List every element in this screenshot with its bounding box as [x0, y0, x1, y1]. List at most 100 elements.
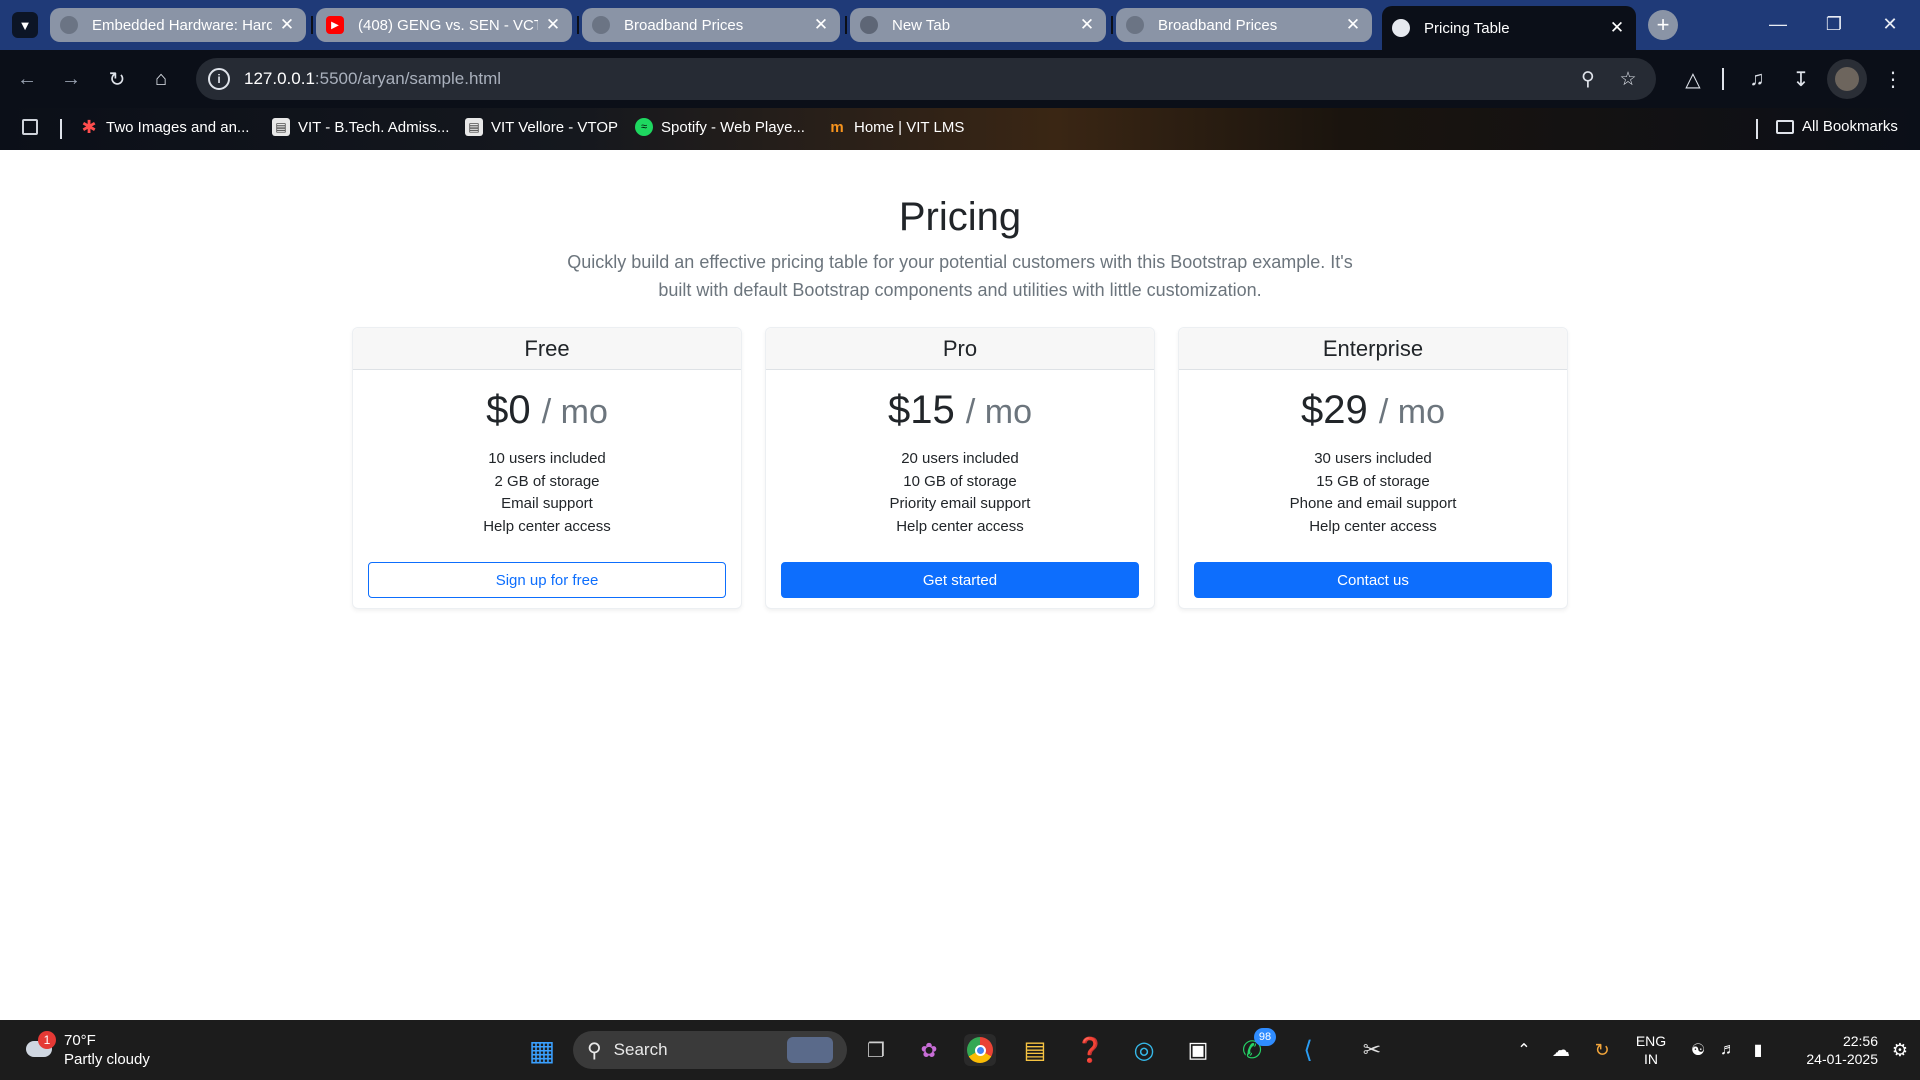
- url-host: 127.0.0.1: [244, 69, 315, 88]
- close-icon[interactable]: ✕: [1078, 15, 1096, 35]
- forward-button[interactable]: →: [58, 66, 84, 92]
- copilot-icon[interactable]: ✿: [913, 1034, 945, 1066]
- media-control-icon[interactable]: ♫: [1744, 66, 1770, 92]
- windows-start-icon[interactable]: ▦: [526, 1034, 558, 1066]
- bookmark-label: Two Images and an...: [106, 118, 250, 136]
- home-button[interactable]: ⌂: [148, 66, 174, 92]
- pricing-card-enterprise: Enterprise $29 / mo 30 users included 15…: [1178, 327, 1568, 609]
- page-icon: ▤: [465, 118, 483, 136]
- moodle-icon: m: [830, 118, 844, 136]
- tab-strip: ▼ Embedded Hardware: Hard ✕ ▶ (408) GENG…: [0, 0, 1920, 50]
- page-content: Pricing Quickly build an effective prici…: [0, 150, 1920, 1020]
- battery-icon[interactable]: ▮: [1742, 1034, 1774, 1066]
- whatsapp-icon[interactable]: ✆ 98: [1236, 1028, 1276, 1066]
- profile-button[interactable]: [1827, 59, 1867, 99]
- taskbar-search[interactable]: ⚲ Search: [573, 1031, 847, 1069]
- close-icon[interactable]: ✕: [812, 15, 830, 35]
- snipping-tool-icon[interactable]: ✂: [1356, 1034, 1388, 1066]
- close-icon[interactable]: ✕: [278, 15, 296, 35]
- bookmark-spotify[interactable]: ≈ Spotify - Web Playe...: [635, 118, 805, 136]
- region-label: IN: [1644, 1051, 1658, 1067]
- tab-divider: [1111, 16, 1113, 34]
- store-icon[interactable]: ▣: [1182, 1034, 1214, 1066]
- site-info-icon[interactable]: i: [208, 68, 230, 90]
- close-icon[interactable]: ✕: [544, 15, 562, 35]
- page-lead: Quickly build an effective pricing table…: [567, 252, 1353, 300]
- help-icon[interactable]: ❓: [1074, 1034, 1106, 1066]
- language-indicator[interactable]: ENG IN: [1628, 1032, 1674, 1068]
- edge-icon[interactable]: ◎: [1128, 1034, 1160, 1066]
- feature-list: 30 users included 15 GB of storage Phone…: [1179, 448, 1567, 538]
- address-bar[interactable]: i 127.0.0.1:5500/aryan/sample.html ⚲ ☆: [196, 58, 1656, 100]
- all-bookmarks-button[interactable]: All Bookmarks: [1776, 118, 1898, 135]
- tab-broadband-prices-1[interactable]: Broadband Prices ✕: [582, 8, 840, 42]
- weather-icon: 1: [22, 1031, 58, 1067]
- sync-icon[interactable]: ↻: [1586, 1034, 1618, 1066]
- weather-widget[interactable]: 1 70°F Partly cloudy: [22, 1030, 172, 1070]
- arrow-left-icon: ←: [17, 67, 37, 90]
- globe-icon: [1126, 16, 1144, 34]
- tab-search-button[interactable]: ▼: [12, 12, 38, 38]
- search-icon: ⚲: [587, 1039, 602, 1062]
- taskbar: 1 70°F Partly cloudy ▦ ⚲ Search ❐ ✿ ▤ ❓ …: [0, 1020, 1920, 1080]
- notifications-icon[interactable]: ⚙: [1884, 1034, 1916, 1066]
- close-icon[interactable]: ✕: [1608, 18, 1626, 38]
- get-started-button[interactable]: Get started: [781, 562, 1139, 598]
- list-item: Help center access: [483, 517, 611, 535]
- tab-title: New Tab: [892, 16, 951, 34]
- bookmark-label: VIT Vellore - VTOP: [491, 118, 618, 136]
- onedrive-icon[interactable]: ☁: [1545, 1034, 1577, 1066]
- star-icon[interactable]: ☆: [1616, 67, 1640, 91]
- bookmark-vtop[interactable]: ▤ VIT Vellore - VTOP: [465, 118, 618, 136]
- new-tab-button[interactable]: +: [1648, 10, 1678, 40]
- list-item: 10 users included: [488, 450, 606, 467]
- list-item: Help center access: [896, 517, 1024, 535]
- sign-up-button[interactable]: Sign up for free: [368, 562, 726, 598]
- search-label: Search: [613, 1040, 668, 1059]
- bookmark-vit-lms[interactable]: m Home | VIT LMS: [828, 118, 964, 136]
- zoom-icon[interactable]: ⚲: [1576, 67, 1600, 91]
- volume-icon[interactable]: ♬: [1712, 1034, 1744, 1066]
- back-button[interactable]: ←: [14, 66, 40, 92]
- vscode-icon[interactable]: ⟨: [1292, 1034, 1324, 1066]
- download-icon[interactable]: ↧: [1788, 66, 1814, 92]
- tab-divider: [311, 16, 313, 34]
- notification-badge: 98: [1254, 1028, 1276, 1046]
- spotify-icon: ≈: [635, 118, 653, 136]
- clock[interactable]: 22:56 24-01-2025: [1782, 1032, 1878, 1068]
- wifi-icon[interactable]: ☯: [1682, 1034, 1714, 1066]
- youtube-icon: ▶: [326, 16, 344, 34]
- more-menu-icon[interactable]: ⋮: [1880, 66, 1906, 92]
- price-period: / mo: [541, 393, 608, 431]
- apps-grid-icon: [22, 119, 38, 135]
- tab-broadband-prices-2[interactable]: Broadband Prices ✕: [1116, 8, 1372, 42]
- minimize-button[interactable]: —: [1758, 8, 1798, 40]
- clock-date: 24-01-2025: [1806, 1051, 1878, 1067]
- task-view-icon[interactable]: ❐: [860, 1034, 892, 1066]
- bookmark-vit-admissions[interactable]: ▤ VIT - B.Tech. Admiss...: [272, 118, 449, 136]
- contact-us-button[interactable]: Contact us: [1194, 562, 1552, 598]
- chrome-taskbar-icon[interactable]: [964, 1034, 996, 1066]
- list-item: 10 GB of storage: [903, 472, 1017, 490]
- arrow-right-icon: →: [61, 67, 81, 90]
- tab-new-tab[interactable]: New Tab ✕: [850, 8, 1106, 42]
- notification-badge: 1: [38, 1031, 56, 1049]
- bookmark-divider: [60, 119, 62, 139]
- close-icon[interactable]: ✕: [1344, 15, 1362, 35]
- apps-button[interactable]: [22, 119, 46, 135]
- bookmark-two-images[interactable]: ✱ Two Images and an...: [80, 117, 250, 137]
- tab-title: (408) GENG vs. SEN - VCT M: [358, 16, 538, 34]
- feature-list: 10 users included 2 GB of storage Email …: [353, 448, 741, 538]
- tab-pricing-table[interactable]: Pricing Table ✕: [1382, 6, 1636, 50]
- tab-youtube[interactable]: ▶ (408) GENG vs. SEN - VCT M ✕: [316, 8, 572, 42]
- reload-button[interactable]: ↻: [104, 66, 130, 92]
- weather-text: 70°F Partly cloudy: [64, 1031, 150, 1069]
- file-explorer-icon[interactable]: ▤: [1019, 1034, 1051, 1066]
- list-item: Phone and email support: [1289, 495, 1457, 512]
- tab-embedded-hardware[interactable]: Embedded Hardware: Hard ✕: [50, 8, 306, 42]
- restore-button[interactable]: ❐: [1814, 8, 1854, 40]
- chevron-up-icon[interactable]: ⌃: [1508, 1034, 1540, 1066]
- close-window-button[interactable]: ✕: [1870, 8, 1910, 40]
- extensions-icon[interactable]: △: [1680, 66, 1706, 92]
- folder-icon: [1776, 119, 1794, 134]
